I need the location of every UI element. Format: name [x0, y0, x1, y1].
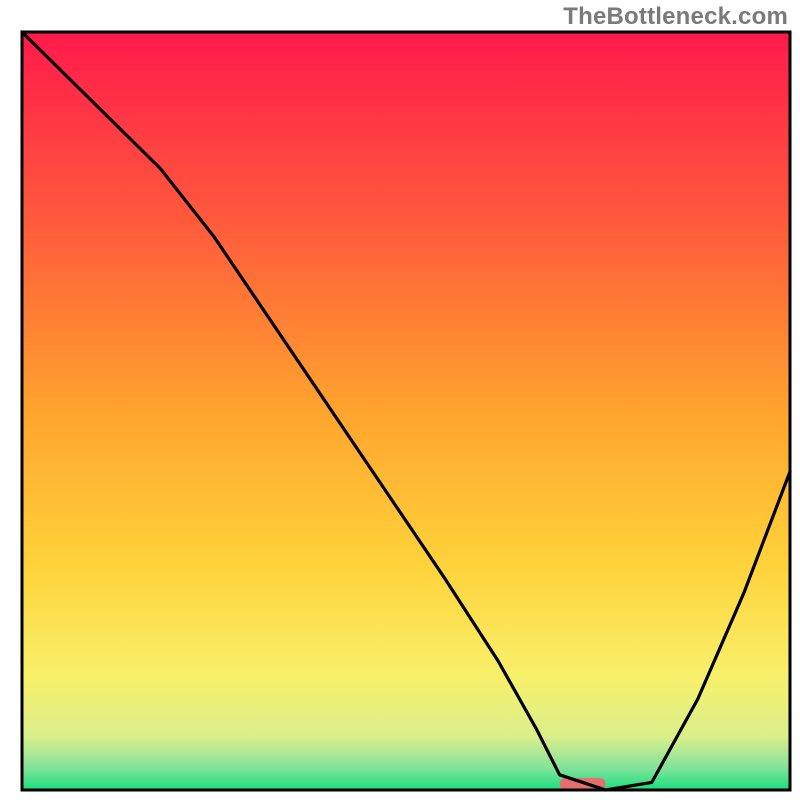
chart-stage: TheBottleneck.com	[0, 0, 800, 800]
bottleneck-chart	[0, 0, 800, 800]
plot-area	[22, 32, 790, 790]
